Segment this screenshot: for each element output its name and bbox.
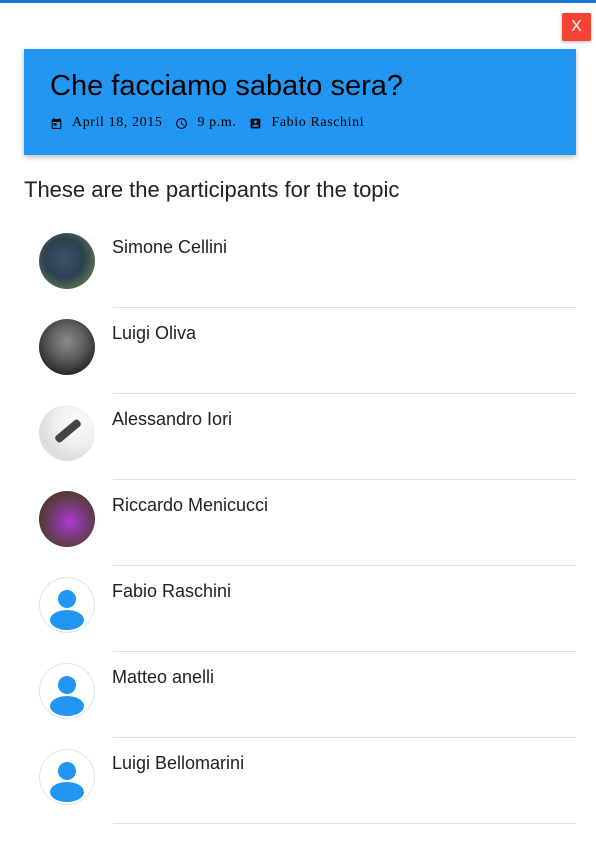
- participant-item[interactable]: Riccardo Menicucci: [24, 480, 576, 566]
- close-button[interactable]: X: [562, 13, 591, 41]
- person-icon: [50, 590, 84, 630]
- avatar: [39, 491, 95, 547]
- section-title: These are the participants for the topic: [24, 177, 400, 202]
- avatar: [39, 405, 95, 461]
- topic-author-text: Fabio Raschini: [271, 115, 365, 130]
- participant-item[interactable]: Luigi Bellomarini: [24, 738, 576, 824]
- person-icon: [50, 676, 84, 716]
- clock-icon: [176, 117, 188, 129]
- topic-header-card: Che facciamo sabato sera? April 18, 2015…: [24, 49, 576, 155]
- topic-date: April 18, 2015: [50, 115, 162, 131]
- topic-time-text: 9 p.m.: [197, 115, 237, 130]
- topic-title: Che facciamo sabato sera?: [50, 70, 404, 102]
- participant-name: Fabio Raschini: [112, 581, 232, 601]
- participant-name: Simone Cellini: [112, 237, 228, 257]
- participant-name: Luigi Bellomarini: [112, 753, 245, 773]
- account-box-icon: [251, 118, 261, 128]
- participant-list: Simone Cellini Luigi Oliva Alessandro Io…: [24, 222, 576, 824]
- topic-time: 9 p.m.: [175, 115, 236, 131]
- calendar-icon: [51, 117, 62, 129]
- topic-meta: April 18, 2015 9 p.m. Fabio Raschini: [50, 115, 550, 131]
- participant-name: Luigi Oliva: [112, 323, 197, 343]
- top-strip: [0, 0, 596, 3]
- participant-name: Riccardo Menicucci: [112, 495, 269, 515]
- participant-item[interactable]: Fabio Raschini: [24, 566, 576, 652]
- participant-item[interactable]: Alessandro Iori: [24, 394, 576, 480]
- avatar: [39, 663, 95, 719]
- divider: [113, 823, 576, 824]
- avatar: [39, 233, 95, 289]
- participant-name: Alessandro Iori: [112, 409, 233, 429]
- topic-author: Fabio Raschini: [249, 115, 364, 131]
- participant-item[interactable]: Matteo anelli: [24, 652, 576, 738]
- topic-date-text: April 18, 2015: [72, 115, 163, 130]
- participant-item[interactable]: Simone Cellini: [24, 222, 576, 308]
- participant-item[interactable]: Luigi Oliva: [24, 308, 576, 394]
- person-icon: [50, 762, 84, 802]
- avatar: [39, 319, 95, 375]
- avatar: [39, 749, 95, 805]
- avatar: [39, 577, 95, 633]
- participant-name: Matteo anelli: [112, 667, 215, 687]
